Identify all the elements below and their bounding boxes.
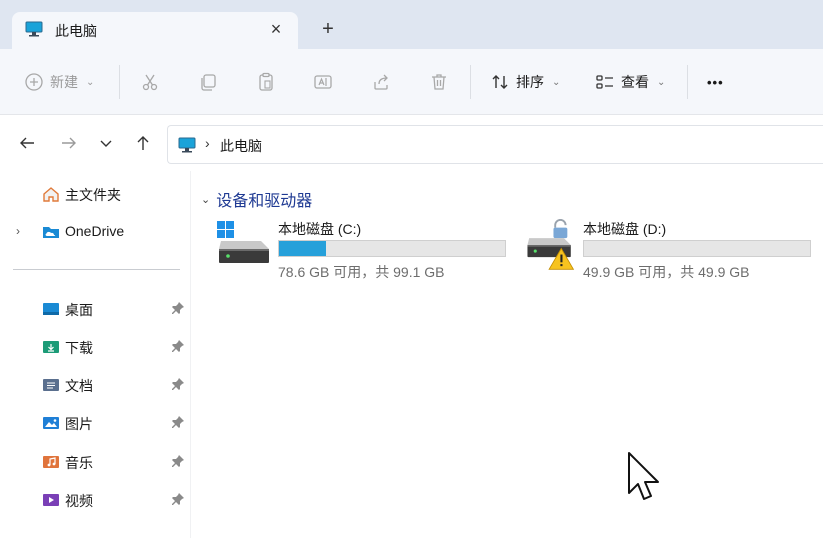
documents-folder-icon (43, 379, 59, 391)
windows-drive-icon (217, 221, 269, 263)
pane-divider[interactable] (190, 171, 191, 538)
breadcrumb-separator[interactable]: › (205, 135, 210, 151)
up-button[interactable] (132, 132, 154, 154)
drive-usage-bar (278, 240, 506, 257)
plus-circle-icon (25, 73, 43, 91)
chevron-down-icon: ⌄ (201, 193, 211, 206)
new-tab-button[interactable]: + (317, 18, 339, 40)
sort-button[interactable]: 排序 ⌄ (490, 65, 560, 99)
divider (687, 65, 688, 99)
sidebar-item-pictures[interactable]: 图片 (0, 408, 191, 438)
sidebar-item-documents[interactable]: 文档 (0, 370, 191, 400)
sidebar-item-music[interactable]: 音乐 (0, 447, 191, 477)
locked-drive-warning-icon (527, 219, 575, 270)
new-button-label: 新建 (50, 74, 78, 90)
drive-usage-bar (583, 240, 811, 257)
videos-folder-icon (43, 494, 59, 506)
chevron-down-icon: ⌄ (86, 76, 95, 88)
sort-button-label: 排序 (516, 74, 544, 90)
rename-icon (314, 75, 332, 89)
chevron-down-icon: ⌄ (657, 76, 666, 88)
sidebar-item-label: 音乐 (65, 455, 93, 471)
pin-icon[interactable] (171, 454, 185, 468)
view-list-icon (596, 75, 613, 89)
command-bar: 新建 ⌄ 排序 ⌄ 查看 ⌄ ••• (0, 49, 823, 115)
drive-space-info: 78.6 GB 可用，共 99.1 GB (278, 264, 445, 280)
navigation-pane: 主文件夹 › OneDrive 桌面 下载 文档 图片 音乐 视频 (0, 171, 191, 538)
pin-icon[interactable] (171, 339, 185, 353)
share-icon (374, 74, 388, 90)
chevron-down-icon: ⌄ (552, 76, 561, 88)
clipboard-icon (259, 72, 273, 91)
copy-button[interactable] (198, 65, 218, 99)
sidebar-item-label: 图片 (65, 416, 93, 432)
cut-button[interactable] (140, 65, 160, 99)
drive-c[interactable]: 本地磁盘 (C:) 78.6 GB 可用，共 99.1 GB (217, 219, 517, 285)
downloads-folder-icon (43, 341, 59, 353)
pin-icon[interactable] (171, 377, 185, 391)
drive-usage-fill (279, 241, 326, 256)
tab-this-pc[interactable]: 此电脑 × (12, 12, 298, 49)
close-tab-button[interactable]: × (265, 18, 287, 40)
drive-name: 本地磁盘 (D:) (583, 221, 667, 237)
onedrive-folder-icon (43, 227, 59, 238)
paste-button[interactable] (256, 65, 276, 99)
divider (470, 65, 471, 99)
new-button[interactable]: 新建 ⌄ (24, 65, 94, 99)
pin-icon[interactable] (171, 301, 185, 315)
more-options-button[interactable]: ••• (707, 65, 724, 99)
forward-button[interactable] (58, 132, 80, 154)
rename-button[interactable] (313, 65, 333, 99)
divider (119, 65, 120, 99)
drive-d[interactable]: 本地磁盘 (D:) 49.9 GB 可用，共 49.9 GB (522, 219, 822, 285)
arrow-left-icon (20, 137, 34, 149)
pin-icon[interactable] (171, 492, 185, 506)
arrow-up-icon (137, 136, 149, 150)
address-bar[interactable]: › 此电脑 (167, 125, 823, 164)
home-icon (43, 187, 59, 202)
breadcrumb-this-pc[interactable]: 此电脑 (220, 136, 262, 156)
desktop-folder-icon (43, 303, 59, 315)
share-button[interactable] (371, 65, 391, 99)
sidebar-item-label: 文档 (65, 378, 93, 394)
scissors-icon (142, 74, 158, 91)
sidebar-item-label: 视频 (65, 493, 93, 509)
sidebar-item-videos[interactable]: 视频 (0, 485, 191, 515)
view-button[interactable]: 查看 ⌄ (595, 65, 665, 99)
group-header-devices[interactable]: ⌄ 设备和驱动器 (201, 187, 312, 211)
title-bar: 此电脑 × + (0, 0, 823, 49)
drive-space-info: 49.9 GB 可用，共 49.9 GB (583, 264, 750, 280)
sidebar-item-label: 下载 (65, 340, 93, 356)
chevron-down-icon (100, 140, 112, 147)
mouse-pointer-icon (628, 452, 659, 500)
delete-button[interactable] (429, 65, 449, 99)
pictures-folder-icon (43, 417, 59, 429)
arrow-right-icon (62, 137, 76, 149)
copy-icon (201, 74, 216, 91)
sidebar-item-home[interactable]: 主文件夹 (0, 179, 191, 209)
sidebar-item-onedrive[interactable]: › OneDrive (0, 217, 191, 247)
sort-icon (492, 75, 508, 89)
sidebar-item-label: 桌面 (65, 302, 93, 318)
tab-title: 此电脑 (55, 23, 97, 39)
chevron-right-icon[interactable]: › (16, 224, 20, 238)
group-title: 设备和驱动器 (216, 193, 313, 210)
sidebar-item-desktop[interactable]: 桌面 (0, 294, 191, 324)
trash-icon (432, 74, 446, 90)
drive-name: 本地磁盘 (C:) (278, 221, 362, 237)
sidebar-item-downloads[interactable]: 下载 (0, 332, 191, 362)
music-folder-icon (43, 456, 59, 468)
view-button-label: 查看 (621, 74, 649, 90)
pin-icon[interactable] (171, 415, 185, 429)
sidebar-divider (13, 269, 180, 270)
recent-locations-button[interactable] (95, 132, 117, 154)
monitor-icon (178, 137, 196, 153)
back-button[interactable] (16, 132, 38, 154)
sidebar-item-label: OneDrive (65, 223, 125, 239)
monitor-icon (25, 21, 43, 37)
sidebar-item-label: 主文件夹 (65, 187, 121, 203)
